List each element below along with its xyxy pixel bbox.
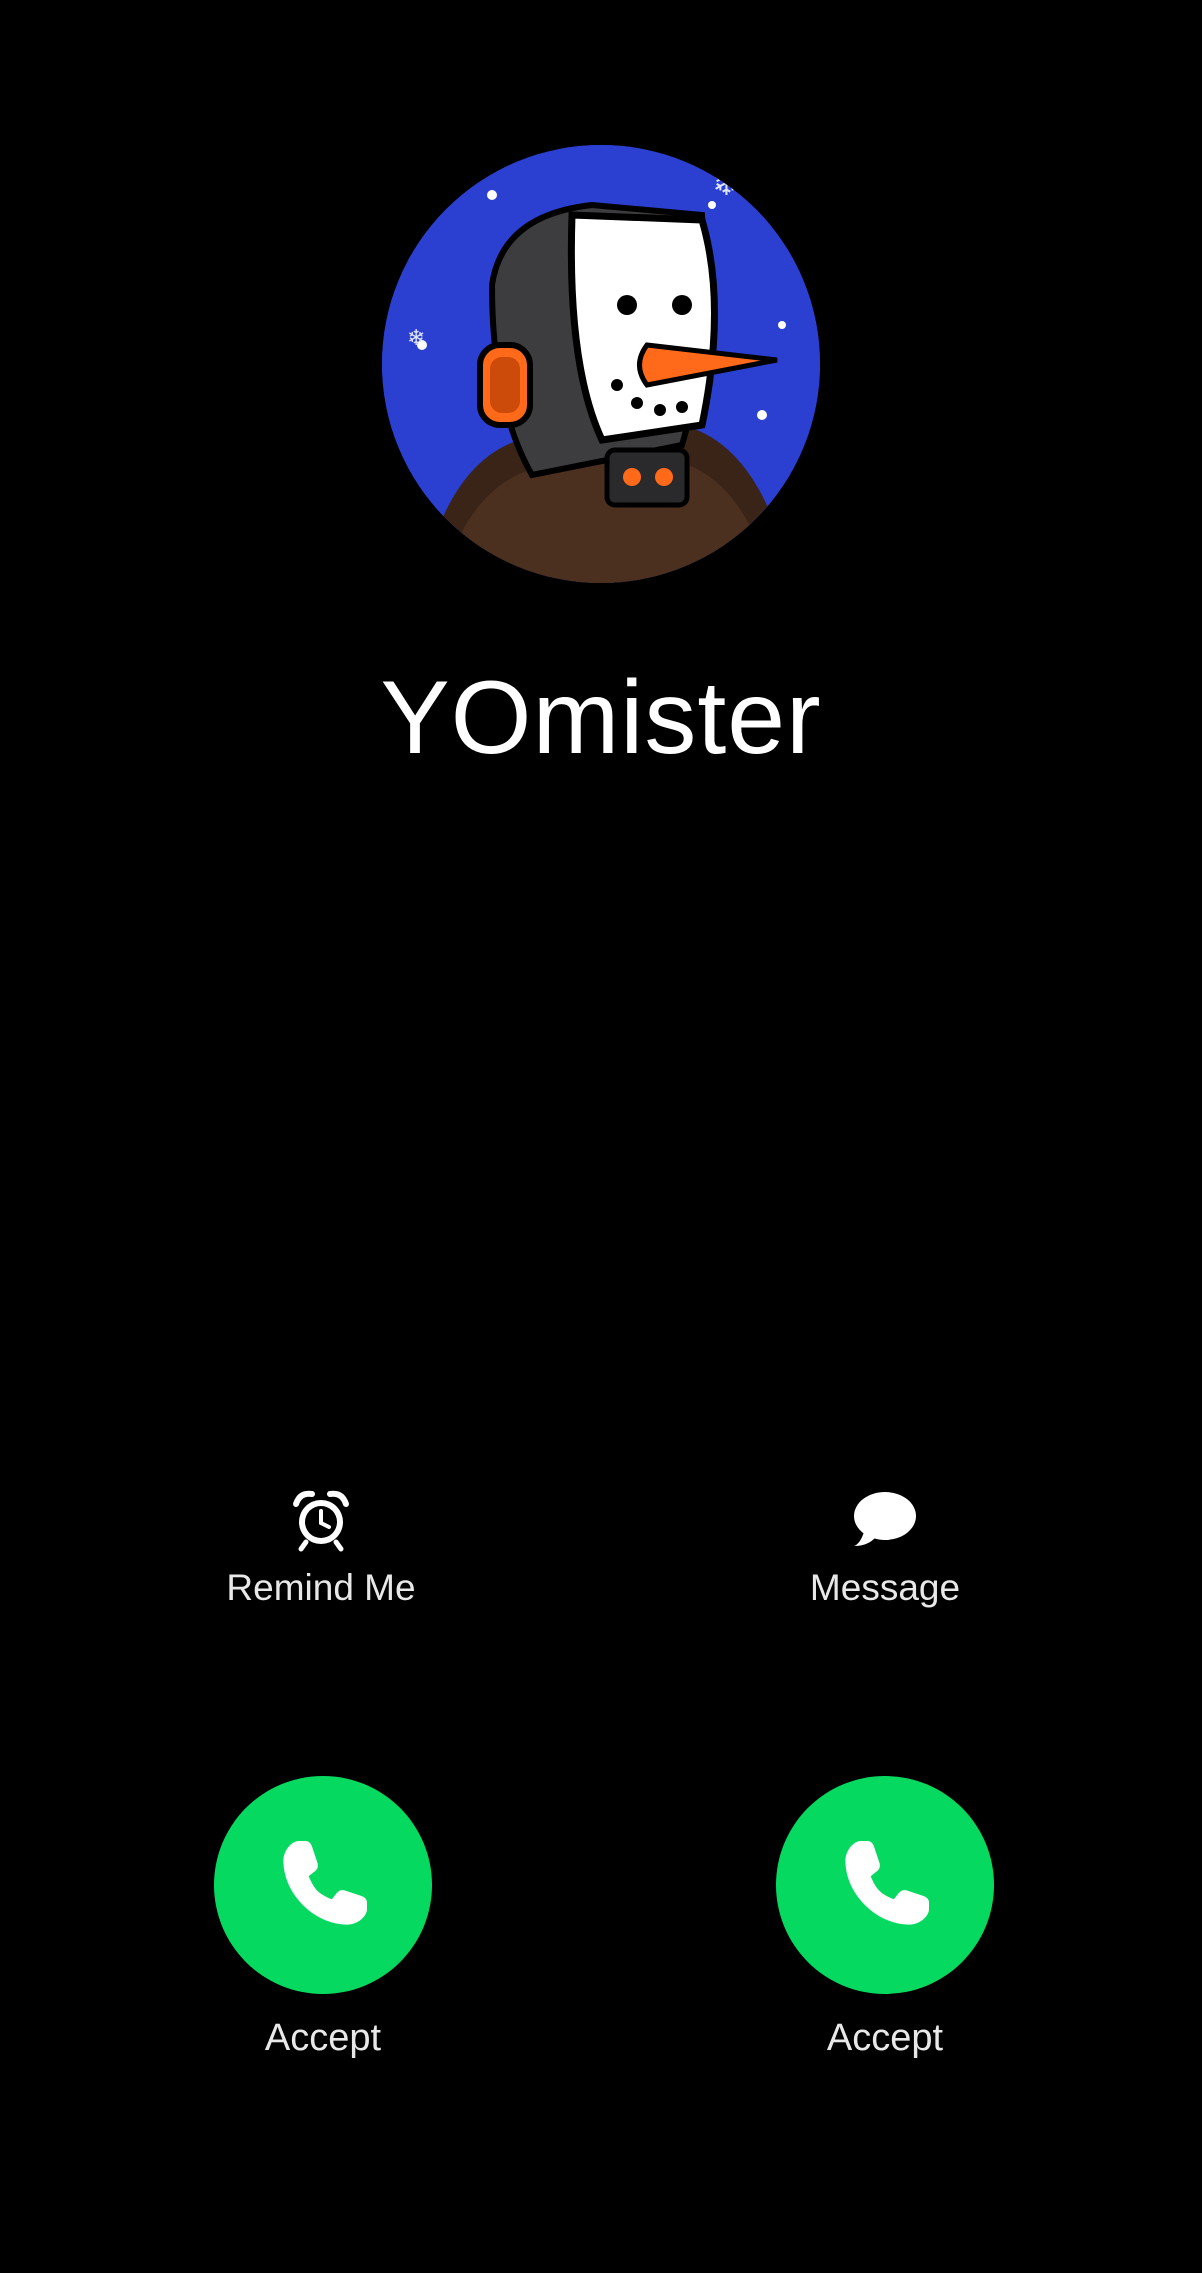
alarm-clock-icon [286, 1484, 356, 1554]
message-label: Message [809, 1567, 961, 1608]
accept-circle[interactable] [214, 1776, 432, 1994]
phone-icon [845, 1841, 929, 1925]
incoming-call-screen: ❄ ❄ YOmister Remind Me Message Accept Ac… [0, 0, 1202, 2273]
caller-name: YOmister [380, 660, 822, 776]
remind-me-button[interactable]: Remind Me [171, 1484, 471, 1610]
accept-button-right[interactable]: Accept [735, 1776, 1035, 2062]
speech-bubble-icon [850, 1484, 920, 1554]
accept-circle[interactable] [776, 1776, 994, 1994]
message-button[interactable]: Message [735, 1484, 1035, 1610]
accept-button-left[interactable]: Accept [173, 1776, 473, 2062]
svg-text:❄: ❄ [712, 164, 741, 204]
accept-label-left: Accept [264, 2017, 382, 2059]
caller-avatar: ❄ ❄ [382, 145, 820, 583]
snowman-robot-avatar-image: ❄ ❄ [382, 145, 820, 583]
phone-icon [283, 1841, 367, 1925]
accept-label-right: Accept [826, 2017, 944, 2059]
svg-text:❄: ❄ [407, 326, 425, 351]
remind-me-label: Remind Me [226, 1567, 416, 1608]
